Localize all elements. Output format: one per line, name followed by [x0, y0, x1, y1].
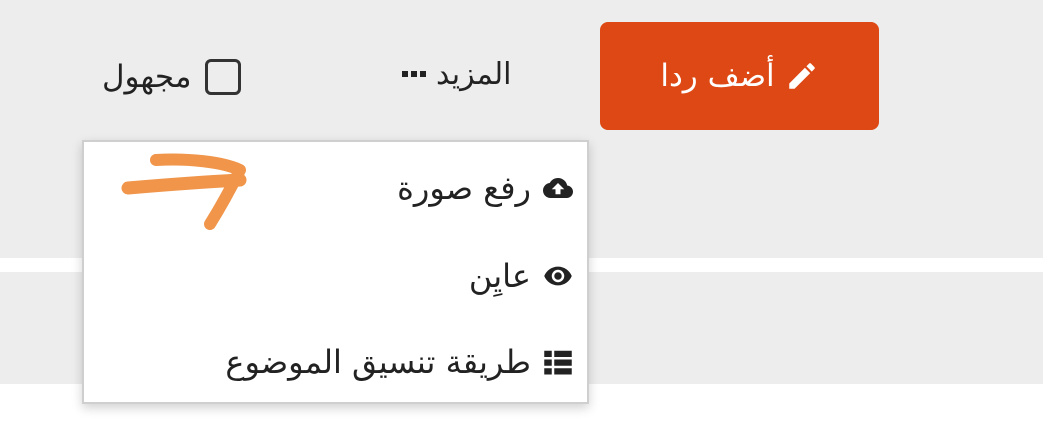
eye-icon: [544, 266, 572, 286]
menu-item-preview[interactable]: عايِن: [469, 246, 573, 306]
menu-item-upload-image[interactable]: رفع صورة: [397, 158, 573, 218]
list-icon: [544, 350, 572, 375]
menu-item-formatting[interactable]: طريقة تنسيق الموضوع: [225, 332, 573, 392]
menu-item-label: عايِن: [468, 257, 531, 295]
annotation-arrow-icon: [121, 153, 247, 230]
more-button[interactable]: المزيد: [402, 52, 511, 96]
anonymous-label: مجهول: [102, 59, 192, 95]
menu-item-label: طريقة تنسيق الموضوع: [225, 343, 531, 381]
more-label: المزيد: [436, 56, 512, 92]
ellipsis-icon: [402, 71, 426, 77]
anonymous-checkbox[interactable]: [205, 59, 242, 95]
add-reply-button[interactable]: أضف ردا: [600, 22, 879, 130]
cloud-upload-icon: [543, 178, 573, 198]
pencil-icon: [788, 63, 815, 89]
add-reply-label: أضف ردا: [660, 58, 775, 94]
anonymous-toggle[interactable]: مجهول: [102, 52, 242, 102]
menu-item-label: رفع صورة: [397, 169, 531, 207]
